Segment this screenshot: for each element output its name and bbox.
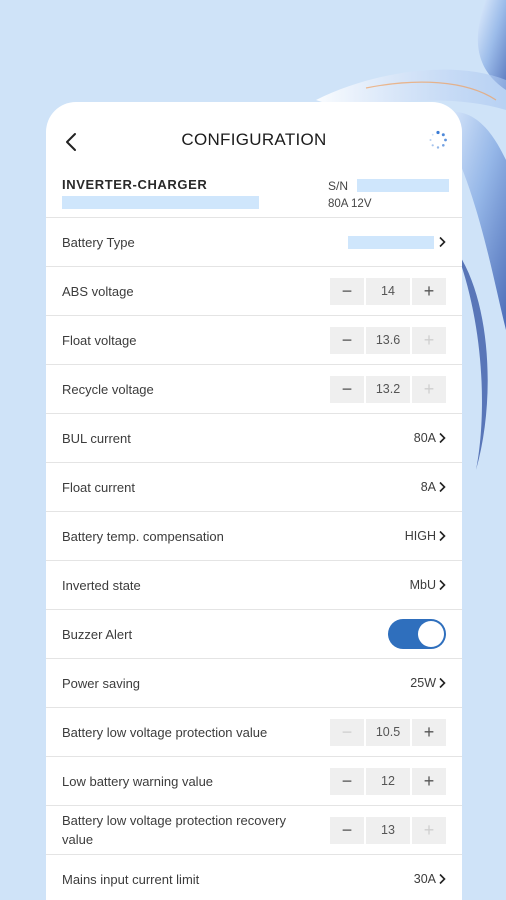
temp-compensation-row[interactable]: Battery temp. compensation HIGH <box>46 512 462 561</box>
bul-current-value: 80A <box>413 431 436 445</box>
temp-compensation-label: Battery temp. compensation <box>62 528 224 544</box>
decrement-button[interactable]: − <box>330 718 364 746</box>
low-voltage-recovery-value[interactable]: 13 <box>366 816 410 844</box>
mains-current-limit-value: 30A <box>413 872 436 886</box>
low-battery-warning-stepper: − 12 + <box>330 767 446 795</box>
low-battery-warning-value[interactable]: 12 <box>366 767 410 795</box>
decrement-button[interactable]: − <box>330 375 364 403</box>
page-title: CONFIGURATION <box>181 130 327 149</box>
chevron-right-icon <box>439 432 446 444</box>
increment-button[interactable]: + <box>412 326 446 354</box>
abs-voltage-label: ABS voltage <box>62 283 134 299</box>
float-voltage-row: Float voltage − 13.6 + <box>46 316 462 365</box>
float-current-label: Float current <box>62 479 135 495</box>
serial-number-label: S/N <box>328 179 349 193</box>
battery-type-selector[interactable] <box>348 235 446 249</box>
decrement-button[interactable]: − <box>330 767 364 795</box>
float-voltage-label: Float voltage <box>62 332 137 348</box>
buzzer-alert-toggle[interactable] <box>388 619 446 649</box>
low-voltage-protection-value[interactable]: 10.5 <box>366 718 410 746</box>
float-current-selector[interactable]: 8A <box>421 480 446 494</box>
low-voltage-recovery-label: Battery low voltage protection recovery … <box>62 813 286 847</box>
chevron-right-icon <box>439 236 446 248</box>
device-info: INVERTER-CHARGER S/N 80A 12V <box>46 177 462 218</box>
abs-voltage-value[interactable]: 14 <box>366 277 410 305</box>
decrement-button[interactable]: − <box>330 277 364 305</box>
temp-compensation-value: HIGH <box>404 529 436 543</box>
float-voltage-stepper: − 13.6 + <box>330 326 446 354</box>
inverted-state-row[interactable]: Inverted state MbU <box>46 561 462 610</box>
buzzer-alert-label: Buzzer Alert <box>62 626 133 642</box>
battery-type-row[interactable]: Battery Type <box>46 218 462 267</box>
power-saving-row[interactable]: Power saving 25W <box>46 659 462 708</box>
low-voltage-protection-stepper: − 10.5 + <box>330 718 446 746</box>
recycle-voltage-label: Recycle voltage <box>62 381 154 397</box>
power-saving-selector[interactable]: 25W <box>410 676 446 690</box>
buzzer-alert-row: Buzzer Alert <box>46 610 462 659</box>
float-voltage-value[interactable]: 13.6 <box>366 326 410 354</box>
abs-voltage-row: ABS voltage − 14 + <box>46 267 462 316</box>
inverted-state-selector[interactable]: MbU <box>410 578 446 592</box>
temp-compensation-selector[interactable]: HIGH <box>405 529 446 543</box>
configuration-card: CONFIGURATION INVERTER-CHARGER S/N 80A 1… <box>46 102 462 900</box>
bul-current-selector[interactable]: 80A <box>414 431 446 445</box>
serial-number-placeholder <box>357 179 449 192</box>
increment-button[interactable]: + <box>412 767 446 795</box>
low-voltage-recovery-row: Battery low voltage protection recovery … <box>46 806 462 855</box>
battery-type-value-placeholder <box>348 235 434 249</box>
inverted-state-value: MbU <box>409 578 436 592</box>
recycle-voltage-row: Recycle voltage − 13.2 + <box>46 365 462 414</box>
low-voltage-protection-label: Battery low voltage protection value <box>62 724 268 740</box>
mains-current-limit-label: Mains input current limit <box>62 871 200 887</box>
bul-current-row[interactable]: BUL current 80A <box>46 414 462 463</box>
low-voltage-recovery-stepper: − 13 + <box>330 816 446 844</box>
device-spec: 80A 12V <box>328 198 372 210</box>
chevron-right-icon <box>439 873 446 885</box>
decrement-button[interactable]: − <box>330 326 364 354</box>
abs-voltage-stepper: − 14 + <box>330 277 446 305</box>
device-id-placeholder <box>62 196 259 209</box>
decrement-button[interactable]: − <box>330 816 364 844</box>
increment-button[interactable]: + <box>412 277 446 305</box>
device-name: INVERTER-CHARGER <box>62 177 208 192</box>
increment-button[interactable]: + <box>412 375 446 403</box>
float-current-row[interactable]: Float current 8A <box>46 463 462 512</box>
recycle-voltage-stepper: − 13.2 + <box>330 375 446 403</box>
low-battery-warning-label: Low battery warning value <box>62 773 214 789</box>
power-saving-value: 25W <box>410 676 436 690</box>
low-voltage-protection-row: Battery low voltage protection value − 1… <box>46 708 462 757</box>
float-current-value: 8A <box>420 480 436 494</box>
low-battery-warning-row: Low battery warning value − 12 + <box>46 757 462 806</box>
chevron-right-icon <box>439 677 446 689</box>
battery-type-label: Battery Type <box>62 234 135 250</box>
loading-spinner-icon <box>429 130 447 149</box>
header: CONFIGURATION <box>46 102 462 177</box>
bul-current-label: BUL current <box>62 430 131 446</box>
increment-button[interactable]: + <box>412 816 446 844</box>
recycle-voltage-value[interactable]: 13.2 <box>366 375 410 403</box>
mains-current-limit-row[interactable]: Mains input current limit 30A <box>46 855 462 900</box>
toggle-knob <box>418 621 444 647</box>
chevron-right-icon <box>439 481 446 493</box>
mains-current-limit-selector[interactable]: 30A <box>414 872 446 886</box>
increment-button[interactable]: + <box>412 718 446 746</box>
chevron-right-icon <box>439 579 446 591</box>
power-saving-label: Power saving <box>62 675 141 691</box>
chevron-right-icon <box>439 530 446 542</box>
inverted-state-label: Inverted state <box>62 577 141 593</box>
